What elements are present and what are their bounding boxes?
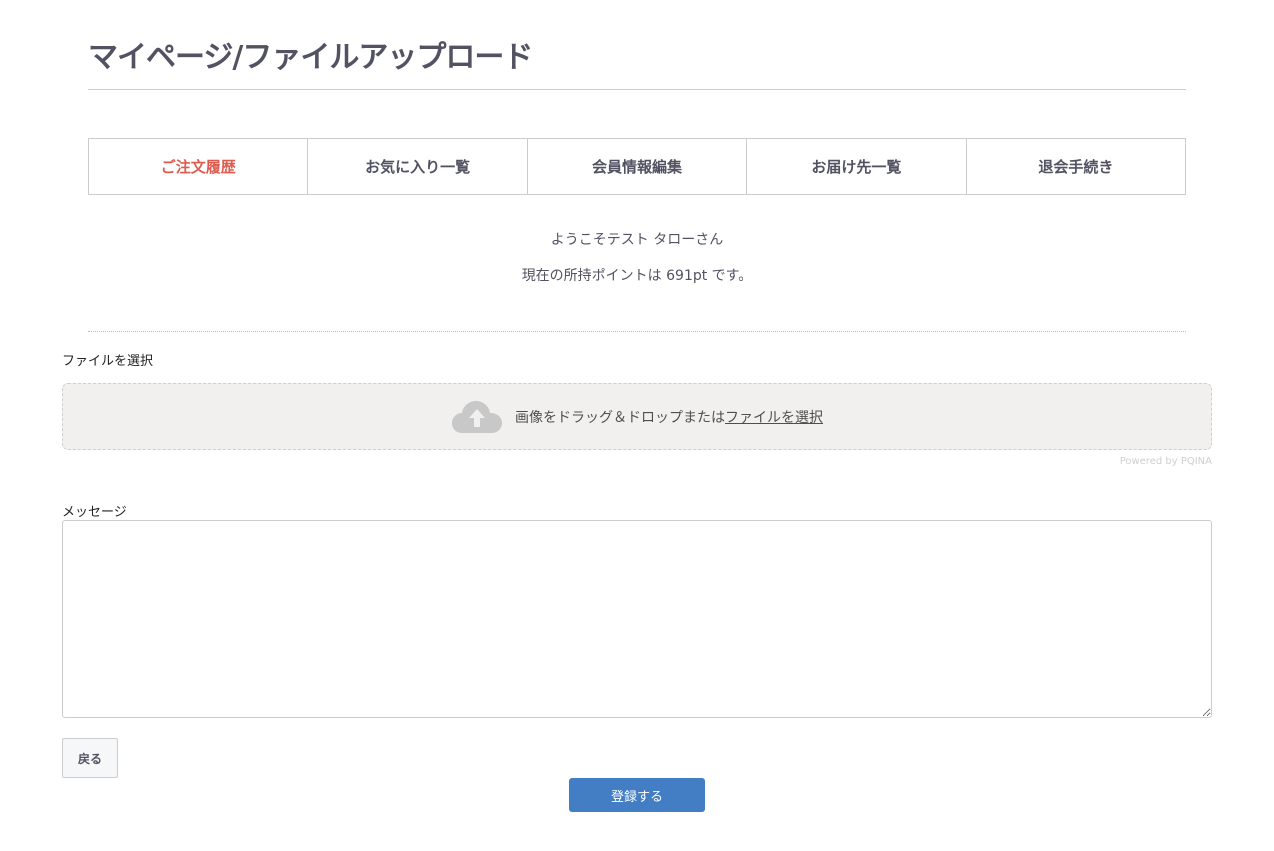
message-textarea[interactable] [62,520,1212,718]
dropzone-text: 画像をドラッグ＆ドロップまたはファイルを選択 [515,407,823,427]
dropzone-instruction: 画像をドラッグ＆ドロップまたは [515,409,725,426]
back-button[interactable]: 戻る [62,738,118,778]
nav-item-withdraw[interactable]: 退会手続き [965,139,1185,194]
title-divider [88,89,1186,90]
file-browse-link[interactable]: ファイルを選択 [725,410,823,426]
nav-item-favorites[interactable]: お気に入り一覧 [307,139,526,194]
section-divider [88,331,1186,332]
points-message: 現在の所持ポイントは 691pt です。 [521,268,753,284]
nav-item-delivery-addresses[interactable]: お届け先一覧 [746,139,965,194]
message-label: メッセージ [62,505,127,520]
mypage-nav: ご注文履歴 お気に入り一覧 会員情報編集 お届け先一覧 退会手続き [88,138,1186,195]
page-title: マイページ/ファイルアップロード [88,40,533,75]
nav-item-member-edit[interactable]: 会員情報編集 [526,139,746,194]
nav-item-order-history[interactable]: ご注文履歴 [89,139,307,194]
file-select-label: ファイルを選択 [62,354,154,369]
file-dropzone[interactable]: 画像をドラッグ＆ドロップまたはファイルを選択 [62,383,1212,450]
submit-button[interactable]: 登録する [569,778,705,812]
powered-by-credit: Powered by PQINA [1119,456,1212,467]
cloud-upload-icon [452,400,502,433]
welcome-message: ようこそテスト タローさん [550,232,724,248]
page: マイページ/ファイルアップロード ご注文履歴 お気に入り一覧 会員情報編集 お届… [0,0,1274,851]
